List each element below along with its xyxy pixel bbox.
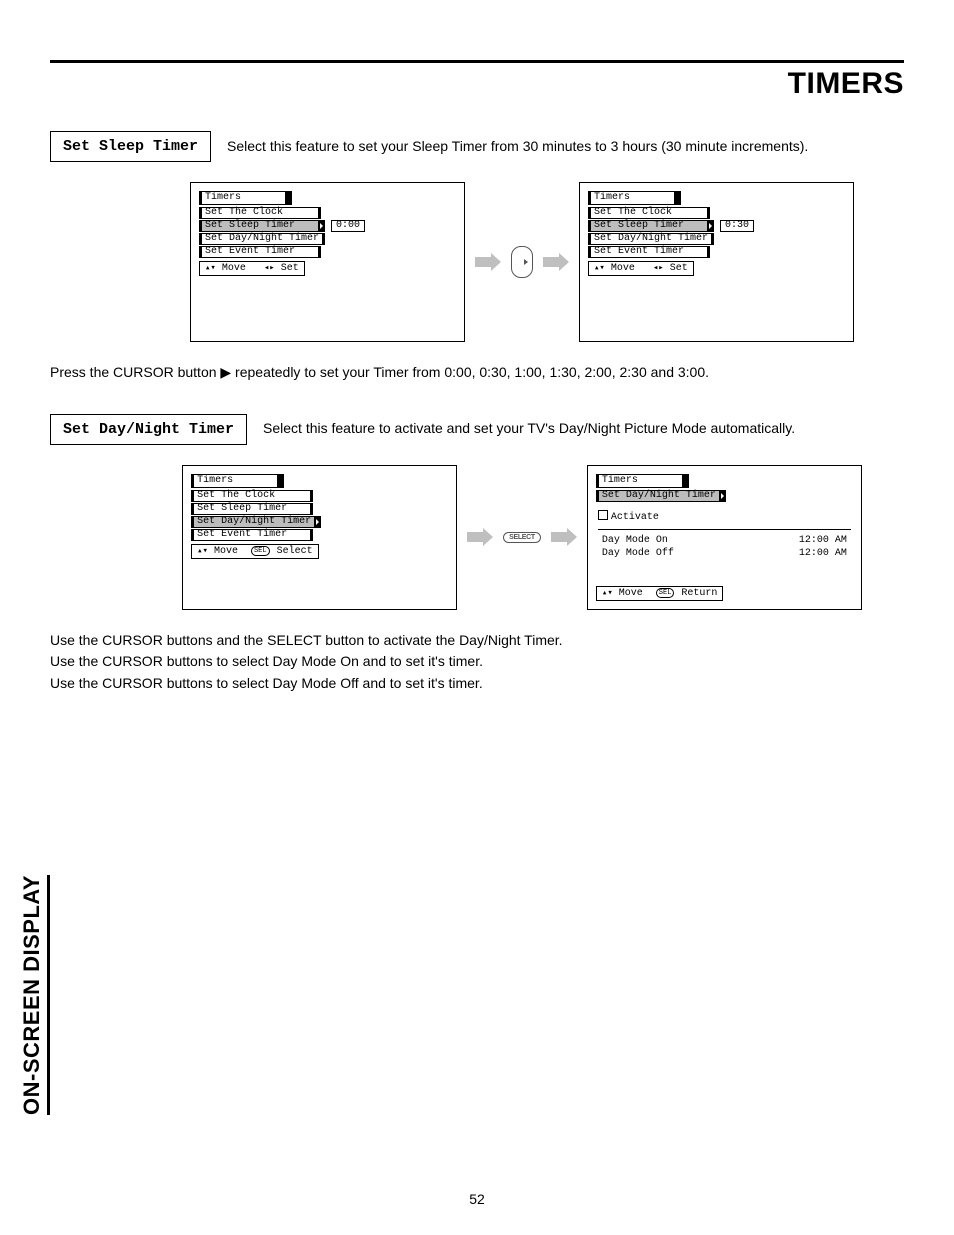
day-mode-off-label: Day Mode Off [602,548,674,559]
day-mode-on-label: Day Mode On [602,535,668,546]
section-desc-sleep: Select this feature to set your Sleep Ti… [227,137,808,157]
arrow-right-icon [475,253,501,271]
menu-item-event: Set Event Timer [591,246,707,258]
chevron-right-icon [314,516,321,528]
checkbox-icon [598,510,608,520]
hint-move-set: ▴▾ Move ◂▸ Set [199,261,305,276]
osd-sleep-after: Timers Set The Clock Set Sleep Timer 0:3… [579,182,854,342]
chevron-right-icon [707,220,714,232]
menu-item-sleep: Set Sleep Timer [202,220,318,232]
section-label-daynight: Set Day/Night Timer [50,414,247,445]
sleep-value: 0:00 [331,220,365,232]
menu-title: Timers [202,191,285,205]
osd-sleep-before: Timers Set The Clock Set Sleep Timer 0:0… [190,182,465,342]
submenu-title-daynight: Set Day/Night Timer [599,490,719,502]
menu-item-daynight: Set Day/Night Timer [591,233,711,245]
menu-title: Timers [194,474,277,488]
menu-title: Timers [591,191,674,205]
chevron-right-icon [719,490,726,502]
menu-item-sleep: Set Sleep Timer [591,220,707,232]
hint-move-select: ▴▾ Move SEL Select [191,544,319,559]
sleep-timer-screens: Timers Set The Clock Set Sleep Timer 0:0… [140,182,904,342]
page-title: TIMERS [50,67,904,101]
arrow-right-icon [467,528,493,546]
menu-item-clock: Set The Clock [202,207,318,219]
select-button-icon: SELECT [503,532,541,543]
sleep-value: 0:30 [720,220,754,232]
cursor-pad-icon [511,246,533,278]
menu-item-clock: Set The Clock [591,207,707,219]
remote-select-button: SELECT [503,532,541,543]
activate-row: Activate [598,510,853,523]
sleep-instructions: Press the CURSOR button ▶ repeatedly to … [50,362,904,384]
menu-item-daynight: Set Day/Night Timer [194,516,314,528]
menu-item-daynight: Set Day/Night Timer [202,233,322,245]
day-mode-on-time: 12:00 AM [799,535,847,546]
section-label-sleep: Set Sleep Timer [50,131,211,162]
menu-item-event: Set Event Timer [194,529,310,541]
menu-item-sleep: Set Sleep Timer [194,503,310,515]
arrow-right-icon [551,528,577,546]
section-desc-daynight: Select this feature to activate and set … [263,419,795,439]
menu-item-clock: Set The Clock [194,490,310,502]
menu-item-event: Set Event Timer [202,246,318,258]
hint-move-return: ▴▾ Move SEL Return [596,586,724,601]
menu-title: Timers [599,474,682,488]
hint-move-set: ▴▾ Move ◂▸ Set [588,261,694,276]
chevron-right-icon [318,220,325,232]
side-tab-label: ON-SCREEN DISPLAY [19,875,50,1115]
daynight-screens: Timers Set The Clock Set Sleep Timer Set… [140,465,904,610]
remote-cursor-button [511,246,533,278]
page-number: 52 [0,1191,954,1207]
daynight-instructions: Use the CURSOR buttons and the SELECT bu… [50,630,904,695]
day-mode-off-time: 12:00 AM [799,548,847,559]
arrow-right-icon [543,253,569,271]
osd-daynight-submenu: Timers Set Day/Night Timer Activate Day … [587,465,862,610]
osd-daynight-menu: Timers Set The Clock Set Sleep Timer Set… [182,465,457,610]
